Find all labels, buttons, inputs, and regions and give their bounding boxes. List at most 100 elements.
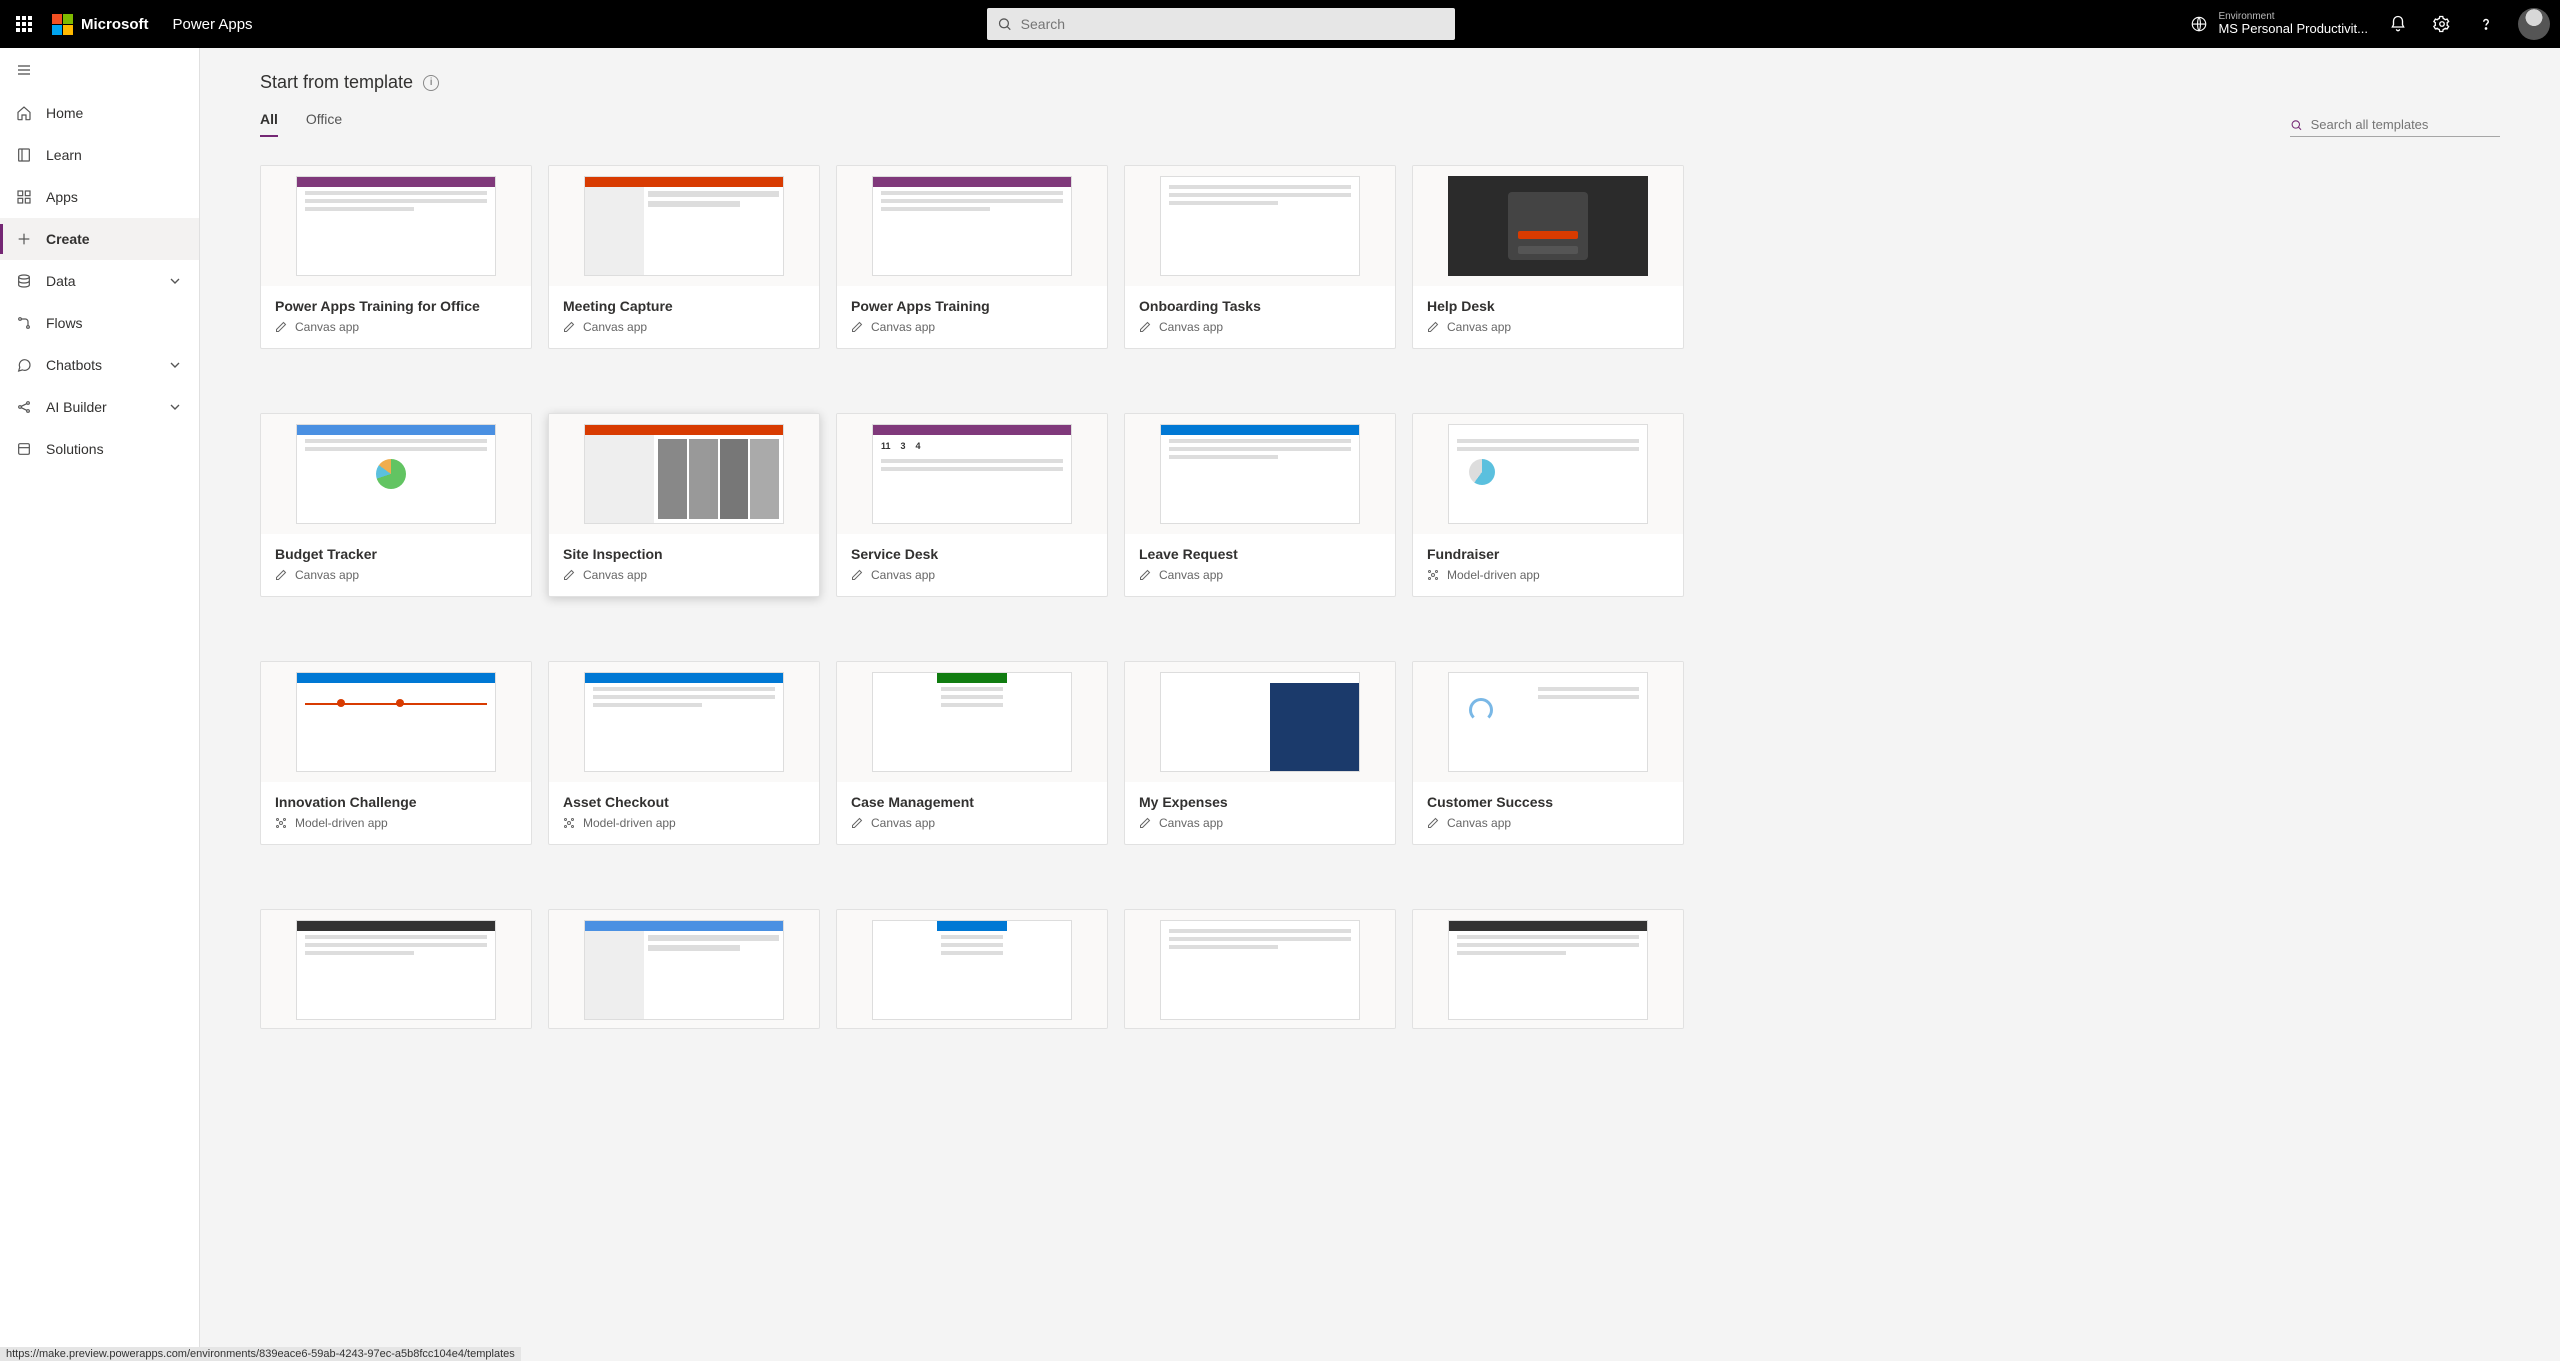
sidebar-item-flows[interactable]: Flows <box>0 302 199 344</box>
template-card[interactable]: My Expenses Canvas app <box>1124 661 1396 845</box>
app-name[interactable]: Power Apps <box>173 16 253 33</box>
sidebar-item-apps[interactable]: Apps <box>0 176 199 218</box>
section-title: Start from template <box>260 72 413 93</box>
template-card[interactable]: 1134Service DeskCanvas app <box>836 413 1108 597</box>
top-bar: Microsoft Power Apps Environment MS Pers… <box>0 0 2560 48</box>
tab-bar: All Office <box>260 111 2500 137</box>
template-card[interactable]: Power Apps Training for OfficeCanvas app <box>260 165 532 349</box>
environment-picker[interactable]: Environment MS Personal Productivit... <box>2190 11 2368 36</box>
template-card[interactable]: Budget TrackerCanvas app <box>260 413 532 597</box>
search-wrap <box>253 8 2191 40</box>
template-card[interactable]: Asset CheckoutModel-driven app <box>548 661 820 845</box>
data-icon <box>16 273 32 289</box>
template-type: Canvas app <box>1139 816 1381 830</box>
template-title: Power Apps Training <box>851 298 1093 314</box>
pencil-icon <box>275 569 287 581</box>
template-card[interactable]: Help Desk Canvas app <box>1412 165 1684 349</box>
chevron-down-icon <box>167 273 183 289</box>
pencil-icon <box>851 321 863 333</box>
template-search-input[interactable] <box>2311 117 2500 132</box>
pencil-icon <box>1427 321 1439 333</box>
book-icon <box>16 147 32 163</box>
template-card[interactable] <box>1412 909 1684 1029</box>
template-type: Model-driven app <box>275 816 517 830</box>
template-type: Canvas app <box>563 568 805 582</box>
template-card[interactable]: Customer SuccessCanvas app <box>1412 661 1684 845</box>
chat-icon <box>16 357 32 373</box>
sidebar-item-solutions[interactable]: Solutions <box>0 428 199 470</box>
template-type: Canvas app <box>563 320 805 334</box>
template-card[interactable]: Power Apps TrainingCanvas app <box>836 165 1108 349</box>
microsoft-logo[interactable]: Microsoft <box>52 14 149 35</box>
microsoft-logo-icon <box>52 14 73 35</box>
template-card[interactable]: FundraiserModel-driven app <box>1412 413 1684 597</box>
user-avatar[interactable] <box>2518 8 2550 40</box>
template-search[interactable] <box>2290 117 2500 137</box>
template-card[interactable] <box>548 909 820 1029</box>
info-icon[interactable]: i <box>423 75 439 91</box>
search-icon <box>997 16 1012 32</box>
template-type: Canvas app <box>1139 320 1381 334</box>
bell-icon <box>2389 15 2407 33</box>
template-title: Power Apps Training for Office <box>275 298 517 314</box>
waffle-icon <box>16 16 32 32</box>
pencil-icon <box>1139 321 1151 333</box>
sidebar-item-label: Home <box>46 105 83 121</box>
sidebar-item-learn[interactable]: Learn <box>0 134 199 176</box>
plus-icon <box>16 231 32 247</box>
template-card[interactable] <box>1124 909 1396 1029</box>
solution-icon <box>16 441 32 457</box>
gear-icon <box>2433 15 2451 33</box>
notifications-button[interactable] <box>2376 0 2420 48</box>
template-card[interactable]: Leave RequestCanvas app <box>1124 413 1396 597</box>
sidebar-item-label: Create <box>46 231 90 247</box>
template-type: Canvas app <box>1139 568 1381 582</box>
template-type: Canvas app <box>1427 816 1669 830</box>
pencil-icon <box>1139 817 1151 829</box>
template-type: Canvas app <box>1427 320 1669 334</box>
sidebar: Home LearnApps Create DataFlows Chatbots AI B… <box>0 48 200 1361</box>
template-title: Case Management <box>851 794 1093 810</box>
template-title: Innovation Challenge <box>275 794 517 810</box>
sidebar-item-create[interactable]: Create <box>0 218 199 260</box>
question-icon <box>2477 15 2495 33</box>
template-card[interactable]: Site Inspection Canvas app <box>548 413 820 597</box>
template-title: Help Desk <box>1427 298 1669 314</box>
chevron-down-icon <box>167 357 183 373</box>
sidebar-item-data[interactable]: Data <box>0 260 199 302</box>
brand-text: Microsoft <box>81 16 149 33</box>
tab-office[interactable]: Office <box>306 111 342 137</box>
pencil-icon <box>1139 569 1151 581</box>
model-icon <box>275 817 287 829</box>
model-icon <box>563 817 575 829</box>
sidebar-toggle[interactable] <box>0 48 199 92</box>
sidebar-item-chatbots[interactable]: Chatbots <box>0 344 199 386</box>
help-button[interactable] <box>2464 0 2508 48</box>
template-title: Meeting Capture <box>563 298 805 314</box>
sidebar-item-label: Chatbots <box>46 357 102 373</box>
template-card[interactable] <box>260 909 532 1029</box>
pencil-icon <box>1427 817 1439 829</box>
home-icon <box>16 105 32 121</box>
template-card[interactable] <box>836 909 1108 1029</box>
template-card[interactable]: Case ManagementCanvas app <box>836 661 1108 845</box>
template-title: My Expenses <box>1139 794 1381 810</box>
environment-text: Environment MS Personal Productivit... <box>2218 11 2368 36</box>
sidebar-item-ai-builder[interactable]: AI Builder <box>0 386 199 428</box>
app-launcher[interactable] <box>0 0 48 48</box>
template-title: Site Inspection <box>563 546 805 562</box>
section-header: Start from template i <box>260 72 2500 93</box>
template-card[interactable]: Onboarding Tasks Canvas app <box>1124 165 1396 349</box>
sidebar-item-home[interactable]: Home <box>0 92 199 134</box>
template-title: Onboarding Tasks <box>1139 298 1381 314</box>
tab-all[interactable]: All <box>260 111 278 137</box>
template-card[interactable]: Meeting Capture Canvas app <box>548 165 820 349</box>
template-card[interactable]: Innovation Challenge Model-driven app <box>260 661 532 845</box>
pencil-icon <box>275 321 287 333</box>
main-content: Start from template i All Office Power Ap… <box>200 48 2560 1361</box>
global-search[interactable] <box>987 8 1455 40</box>
search-input[interactable] <box>1021 16 1446 32</box>
template-type: Model-driven app <box>563 816 805 830</box>
settings-button[interactable] <box>2420 0 2464 48</box>
search-icon <box>2290 118 2303 132</box>
